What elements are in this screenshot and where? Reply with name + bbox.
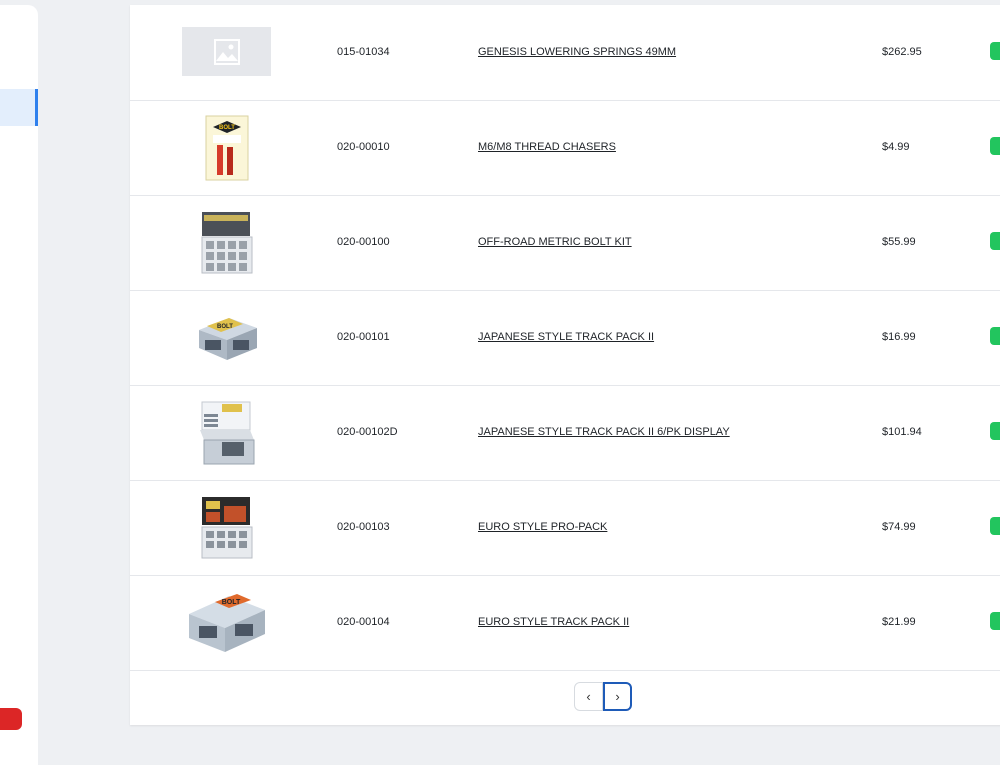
product-price: $21.99 (882, 616, 916, 628)
product-name-link[interactable]: EURO STYLE PRO-PACK (478, 480, 607, 575)
product-price: $101.94 (882, 426, 922, 438)
placeholder-image-icon (182, 27, 271, 76)
stock-badge (990, 42, 1000, 60)
product-sku: 020-00010 (337, 141, 390, 153)
product-image[interactable]: BOLT (182, 300, 271, 375)
table-row: 020-00100 OFF-ROAD METRIC BOLT KIT $55.9… (130, 195, 1000, 291)
product-price: $74.99 (882, 521, 916, 533)
stock-badge (990, 232, 1000, 250)
product-table: 015-01034 GENESIS LOWERING SPRINGS 49MM … (130, 5, 1000, 725)
product-image[interactable]: BOLT (182, 110, 271, 185)
product-sku: 015-01034 (337, 46, 390, 58)
svg-text:BOLT: BOLT (217, 324, 233, 330)
sidebar (0, 5, 38, 765)
product-sku: 020-00102D (337, 426, 398, 438)
product-image[interactable]: BOLT (182, 585, 271, 660)
table-row: BOLT 020-00010 M6/M8 THREAD CHASERS $4.9… (130, 100, 1000, 196)
prev-page-button[interactable]: ‹ (574, 682, 603, 711)
table-row: BOLT 020-00104 EURO STYLE TRACK PACK II … (130, 575, 1000, 671)
stock-badge (990, 422, 1000, 440)
product-name-link[interactable]: M6/M8 THREAD CHASERS (478, 100, 616, 195)
product-image[interactable] (182, 395, 271, 470)
product-name-link[interactable]: GENESIS LOWERING SPRINGS 49MM (478, 5, 676, 100)
stock-badge (990, 612, 1000, 630)
product-price: $16.99 (882, 331, 916, 343)
product-price: $55.99 (882, 236, 916, 248)
product-image[interactable] (182, 205, 271, 280)
product-name-link[interactable]: EURO STYLE TRACK PACK II (478, 575, 629, 670)
product-price: $4.99 (882, 141, 910, 153)
product-name-link[interactable]: OFF-ROAD METRIC BOLT KIT (478, 195, 632, 290)
stock-badge (990, 517, 1000, 535)
next-page-button[interactable]: › (603, 682, 632, 711)
svg-text:BOLT: BOLT (219, 125, 235, 131)
pagination: ‹ › (574, 682, 632, 711)
product-name-link[interactable]: JAPANESE STYLE TRACK PACK II 6/PK DISPLA… (478, 385, 730, 480)
table-row: 015-01034 GENESIS LOWERING SPRINGS 49MM … (130, 5, 1000, 101)
svg-text:BOLT: BOLT (221, 599, 240, 606)
product-image[interactable] (182, 490, 271, 565)
sidebar-alert-button[interactable] (0, 708, 22, 730)
product-sku: 020-00100 (337, 236, 390, 248)
sidebar-item-active[interactable] (0, 89, 38, 126)
product-sku: 020-00103 (337, 521, 390, 533)
table-row: 020-00103 EURO STYLE PRO-PACK $74.99 (130, 480, 1000, 576)
stock-badge (990, 137, 1000, 155)
product-price: $262.95 (882, 46, 922, 58)
table-row: BOLT 020-00101 JAPANESE STYLE TRACK PACK… (130, 290, 1000, 386)
table-row: 020-00102D JAPANESE STYLE TRACK PACK II … (130, 385, 1000, 481)
product-name-link[interactable]: JAPANESE STYLE TRACK PACK II (478, 290, 654, 385)
stock-badge (990, 327, 1000, 345)
product-sku: 020-00101 (337, 331, 390, 343)
product-sku: 020-00104 (337, 616, 390, 628)
